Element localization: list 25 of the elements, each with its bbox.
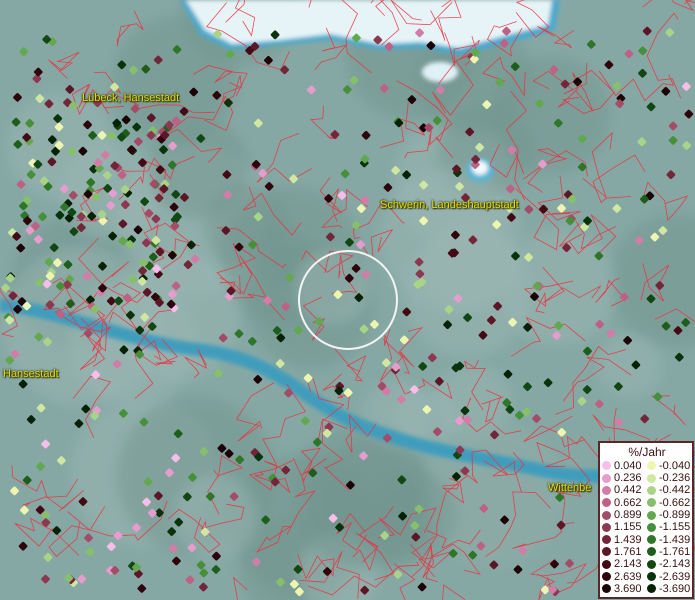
legend-value: -1.439: [659, 534, 690, 546]
legend-value: 0.662: [614, 496, 642, 509]
legend-value: -0.899: [659, 509, 690, 522]
place-label: Hansestadt: [3, 368, 59, 380]
legend-value: 2.143: [614, 558, 642, 570]
legend-value: 0.442: [614, 484, 642, 496]
legend-value: 0.236: [614, 472, 642, 484]
legend-value: -0.662: [659, 496, 690, 509]
legend-value: -3.690: [659, 582, 690, 595]
legend-value: 3.690: [614, 582, 642, 595]
legend-title: %/Jahr: [627, 444, 667, 459]
legend-value: -0.040: [659, 460, 690, 472]
legend-value: -2.639: [659, 570, 690, 583]
legend-value: 0.040: [614, 460, 642, 472]
legend-value: -2.143: [659, 558, 690, 570]
legend-value: 2.639: [614, 570, 642, 583]
legend-value: 0.899: [614, 509, 642, 522]
legend-value: -1.155: [659, 521, 690, 534]
legend-value: 1.155: [614, 521, 642, 534]
legend-value: -0.442: [659, 484, 690, 496]
legend-value: -1.761: [659, 546, 690, 558]
selection-circle[interactable]: [298, 250, 398, 350]
legend-value: 1.439: [614, 534, 642, 546]
legend-value: -0.236: [659, 472, 690, 484]
legend-value: 1.761: [614, 546, 642, 558]
